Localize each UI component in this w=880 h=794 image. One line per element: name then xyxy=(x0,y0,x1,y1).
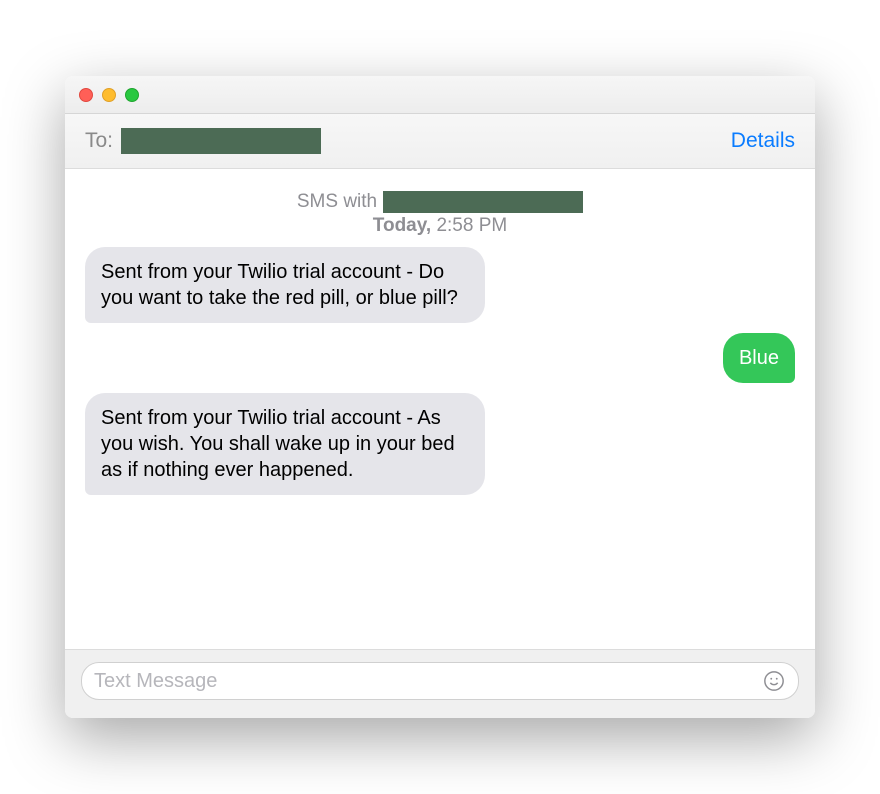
message-row: Sent from your Twilio trial account - Do… xyxy=(85,247,795,323)
timestamp-day: Today, xyxy=(373,215,431,236)
messages-window: To: Details SMS with Today, 2:58 PM Sent… xyxy=(65,76,815,718)
sms-with-recipient xyxy=(383,191,583,213)
message-row: Blue xyxy=(85,333,795,383)
outgoing-message-bubble: Blue xyxy=(723,333,795,383)
details-button[interactable]: Details xyxy=(731,129,795,153)
incoming-message-bubble: Sent from your Twilio trial account - As… xyxy=(85,393,485,495)
timestamp-time: 2:58 PM xyxy=(431,215,507,236)
emoji-picker-button[interactable] xyxy=(762,669,786,693)
window-title-bar xyxy=(65,76,815,114)
conversation-area: SMS with Today, 2:58 PM Sent from your T… xyxy=(65,169,815,649)
smiley-icon xyxy=(763,670,785,692)
incoming-message-bubble: Sent from your Twilio trial account - Do… xyxy=(85,247,485,323)
to-label: To: xyxy=(85,129,113,153)
message-input-container xyxy=(81,662,799,700)
conversation-header: To: Details xyxy=(65,114,815,169)
close-window-button[interactable] xyxy=(79,88,93,102)
minimize-window-button[interactable] xyxy=(102,88,116,102)
recipient-field[interactable] xyxy=(121,128,321,154)
message-input-footer xyxy=(65,649,815,718)
sms-with-label: SMS with xyxy=(85,191,795,213)
maximize-window-button[interactable] xyxy=(125,88,139,102)
message-input[interactable] xyxy=(94,670,762,693)
sms-with-prefix: SMS with xyxy=(297,191,377,213)
message-row: Sent from your Twilio trial account - As… xyxy=(85,393,795,495)
conversation-timestamp: Today, 2:58 PM xyxy=(85,215,795,237)
